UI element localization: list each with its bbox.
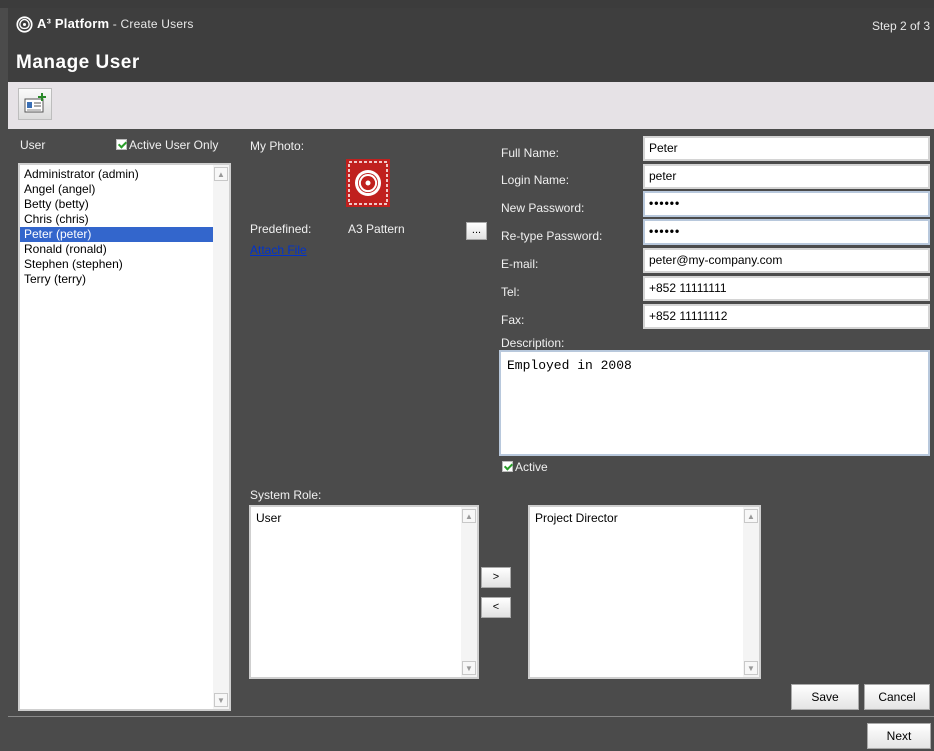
login-name-label: Login Name: xyxy=(501,173,570,187)
next-button[interactable]: Next xyxy=(867,723,931,749)
app-name: A³ Platform xyxy=(37,16,110,31)
assigned-roles-list[interactable]: Project Director ▲ ▼ xyxy=(528,505,761,679)
scroll-up-icon[interactable]: ▲ xyxy=(462,509,476,523)
page-title: Manage User xyxy=(16,52,140,73)
predefined-label: Predefined: xyxy=(250,222,312,236)
user-list[interactable]: Administrator (admin) Angel (angel) Bett… xyxy=(18,163,231,711)
active-label: Active xyxy=(515,460,548,474)
system-role-label: System Role: xyxy=(250,488,322,502)
available-roles-list[interactable]: User ▲ ▼ xyxy=(249,505,479,679)
app-title: A³ Platform - Create Users xyxy=(37,16,194,31)
full-name-label: Full Name: xyxy=(501,146,560,160)
active-toggle[interactable]: Active xyxy=(502,460,548,474)
step-indicator: Step 2 of 3 xyxy=(871,19,930,33)
list-item[interactable]: Administrator (admin) xyxy=(20,167,229,182)
list-item[interactable]: Terry (terry) xyxy=(20,272,229,287)
scroll-down-icon[interactable]: ▼ xyxy=(744,661,758,675)
add-user-icon xyxy=(24,93,46,113)
scroll-down-icon[interactable]: ▼ xyxy=(462,661,476,675)
app-subtitle: - Create Users xyxy=(109,17,194,31)
list-item[interactable]: Betty (betty) xyxy=(20,197,229,212)
active-user-only-checkbox[interactable] xyxy=(116,139,127,150)
a3-pattern-photo xyxy=(346,159,390,207)
fax-field[interactable]: +852 11111112 xyxy=(643,304,930,329)
fax-label: Fax: xyxy=(501,313,525,327)
active-user-only-toggle[interactable]: Active User Only xyxy=(116,138,218,152)
scroll-up-icon[interactable]: ▲ xyxy=(744,509,758,523)
tel-field[interactable]: +852 11111111 xyxy=(643,276,930,301)
browse-photo-button[interactable]: ... xyxy=(466,222,487,240)
logo-icon xyxy=(16,16,33,33)
new-password-label: New Password: xyxy=(501,201,585,215)
active-checkbox[interactable] xyxy=(502,461,513,472)
list-item[interactable]: Stephen (stephen) xyxy=(20,257,229,272)
scroll-down-icon[interactable]: ▼ xyxy=(214,693,228,707)
list-item[interactable]: Chris (chris) xyxy=(20,212,229,227)
retype-password-label: Re-type Password: xyxy=(501,229,603,243)
user-list-label: User xyxy=(20,138,46,152)
list-item[interactable]: Ronald (ronald) xyxy=(20,242,229,257)
scroll-up-icon[interactable]: ▲ xyxy=(214,167,228,181)
description-textarea[interactable]: Employed in 2008 xyxy=(499,350,930,456)
description-label: Description: xyxy=(501,336,565,350)
add-role-button[interactable]: > xyxy=(481,567,511,588)
list-item[interactable]: User xyxy=(251,507,477,526)
list-item[interactable]: Project Director xyxy=(530,507,759,526)
remove-role-button[interactable]: < xyxy=(481,597,511,618)
save-button[interactable]: Save xyxy=(791,684,859,710)
footer-divider xyxy=(8,716,934,717)
active-user-only-label: Active User Only xyxy=(129,138,219,152)
retype-password-field[interactable]: •••••• xyxy=(643,219,930,245)
cancel-button[interactable]: Cancel xyxy=(864,684,930,710)
list-item[interactable]: Angel (angel) xyxy=(20,182,229,197)
window-top-strip xyxy=(0,0,934,8)
toolbar xyxy=(8,82,934,129)
my-photo-label: My Photo: xyxy=(250,139,305,153)
full-name-field[interactable]: Peter xyxy=(643,136,930,161)
email-field[interactable]: peter@my-company.com xyxy=(643,248,930,273)
predefined-value: A3 Pattern xyxy=(348,222,405,236)
add-user-button[interactable] xyxy=(18,88,52,120)
assigned-roles-scrollbar[interactable]: ▲ ▼ xyxy=(743,507,759,677)
attach-file-link[interactable]: Attach File xyxy=(250,243,307,257)
available-roles-scrollbar[interactable]: ▲ ▼ xyxy=(461,507,477,677)
user-list-scrollbar[interactable]: ▲ ▼ xyxy=(213,165,229,709)
new-password-field[interactable]: •••••• xyxy=(643,191,930,217)
login-name-field[interactable]: peter xyxy=(643,164,930,189)
list-item-selected[interactable]: Peter (peter) xyxy=(20,227,229,242)
tel-label: Tel: xyxy=(501,285,520,299)
email-label: E-mail: xyxy=(501,257,539,271)
